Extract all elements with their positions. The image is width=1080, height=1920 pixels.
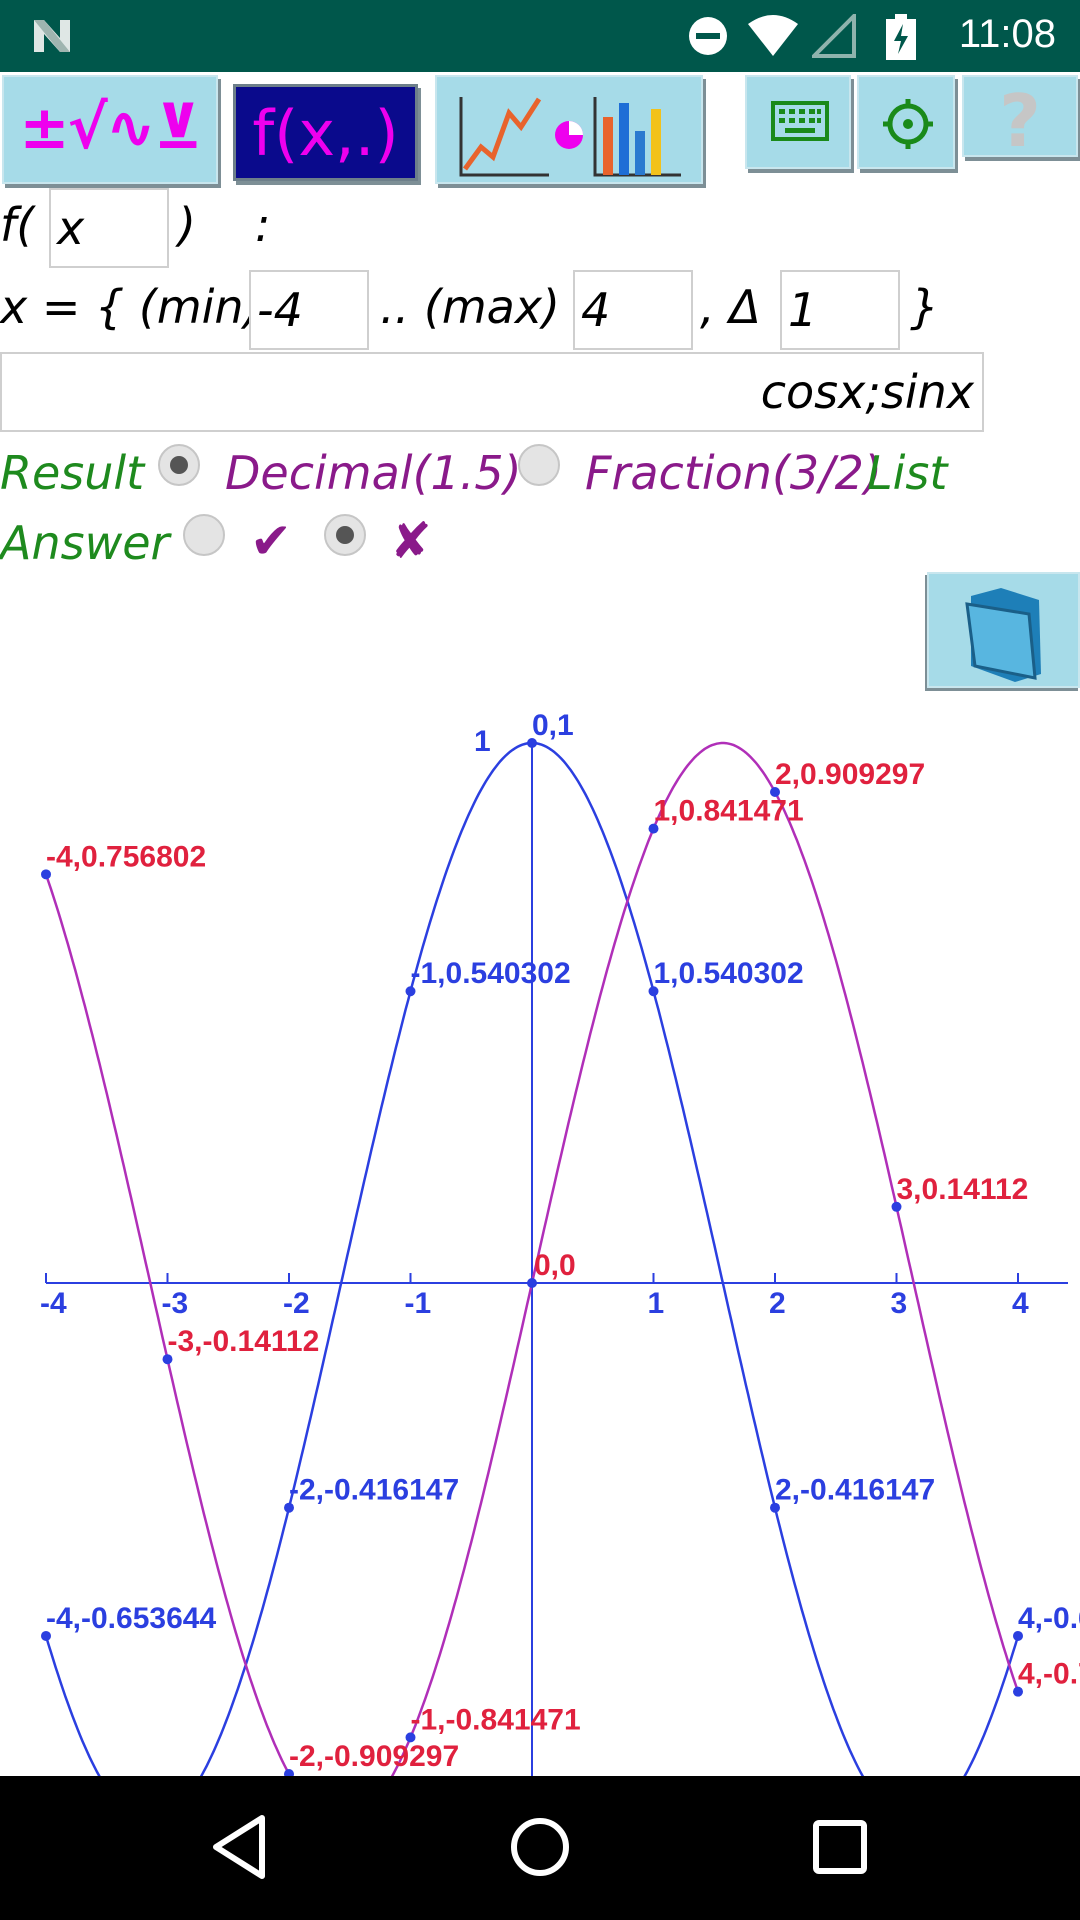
decimal-radio[interactable] [158,444,200,486]
navigation-bar [0,1776,1080,1920]
f-colon: : [255,198,271,252]
data-label: 2,0.909297 [775,758,925,791]
data-label: 1,0.841471 [654,795,804,828]
x-tick-label: 1 [648,1287,665,1320]
delta-input[interactable]: 1 [780,270,900,350]
data-label: 4,-0.756802 [1018,1658,1080,1691]
status-time: 11:08 [958,12,1056,56]
do-not-disturb-icon [689,17,727,55]
algebra-mode-button[interactable]: ±√∿⊻ [2,75,218,184]
x-range-label: x = { (min) [0,280,262,334]
graph-mode-button[interactable] [435,75,703,184]
help-icon: ? [999,79,1041,163]
brace-close: } [910,280,940,334]
x-tick-label: 2 [769,1287,786,1320]
wifi-icon [748,15,798,56]
folder-icon [965,588,1041,682]
f-close-paren: ) [178,198,196,252]
recents-icon[interactable] [805,1812,875,1882]
variable-value: x [57,201,85,255]
data-label: -2,-0.909297 [289,1740,459,1773]
max-label: .. (max) [380,280,560,334]
max-input[interactable]: 4 [573,270,693,350]
answer-check-radio[interactable] [183,514,225,556]
variable-input[interactable]: x [49,188,169,268]
min-input[interactable]: -4 [249,270,369,350]
cross-mark: ✘ [390,512,432,570]
expression-value: cosx;sinx [760,365,974,419]
n-logo-icon [34,20,70,52]
y-tick-label: 1 [474,725,491,758]
function-mode-label: f(x,.) [252,97,399,170]
decimal-label: Decimal(1.5) [225,446,522,500]
function-graph[interactable]: -4 -3 -2 -1 1 2 3 4 1 0,0 -4,-0.653644 -2,-0.416147… [0,700,1080,1776]
data-label: -1,0.540302 [411,957,571,990]
data-label: 1,0.540302 [654,957,804,990]
data-label: -4,-0.653644 [46,1602,216,1635]
max-value: 4 [581,283,611,337]
fraction-label: Fraction(3/2) [585,446,882,500]
delta-value: 1 [788,283,818,337]
function-mode-button[interactable]: f(x,.) [233,84,418,181]
status-bar: 11:08 [0,0,1080,72]
help-button[interactable]: ? [962,75,1078,163]
open-folder-button[interactable] [927,572,1080,688]
data-label: 0,1 [532,709,574,742]
f-prefix: f( [0,198,35,252]
fraction-radio[interactable] [518,444,560,486]
list-label: List [867,446,948,500]
settings-button[interactable] [857,75,955,169]
x-tick-label: -4 [40,1287,67,1320]
data-label: -2,-0.416147 [289,1474,459,1507]
x-tick-label: -3 [162,1287,189,1320]
keyboard-icon [771,101,829,141]
x-tick-label: -1 [405,1287,432,1320]
data-label: -3,-0.14112 [168,1325,320,1358]
keyboard-button[interactable] [745,75,851,169]
cell-signal-icon [812,14,856,58]
x-tick-label: -2 [283,1287,310,1320]
answer-cross-radio[interactable] [324,514,366,556]
algebra-mode-label: ±√∿⊻ [19,93,202,163]
expression-input[interactable]: cosx;sinx [0,352,984,432]
data-label: -4,0.756802 [46,840,206,873]
home-icon[interactable] [505,1812,575,1882]
x-tick-label: 4 [1012,1287,1029,1320]
x-tick-label: 3 [891,1287,908,1320]
data-label: 2,-0.416147 [775,1474,935,1507]
chart-types-icon [459,97,681,177]
delta-label: , Δ [700,280,761,334]
back-icon[interactable] [206,1812,276,1882]
check-mark: ✔ [250,512,292,570]
min-value: -4 [257,283,303,337]
gear-icon [883,99,933,149]
answer-label: Answer [0,516,170,570]
battery-charging-icon [886,14,916,60]
data-label: 3,0.14112 [897,1173,1029,1206]
data-label: 4,-0.653644 [1018,1602,1080,1635]
origin-label: 0,0 [534,1249,576,1282]
result-label: Result [0,446,145,500]
data-label: -1,-0.841471 [411,1703,581,1736]
